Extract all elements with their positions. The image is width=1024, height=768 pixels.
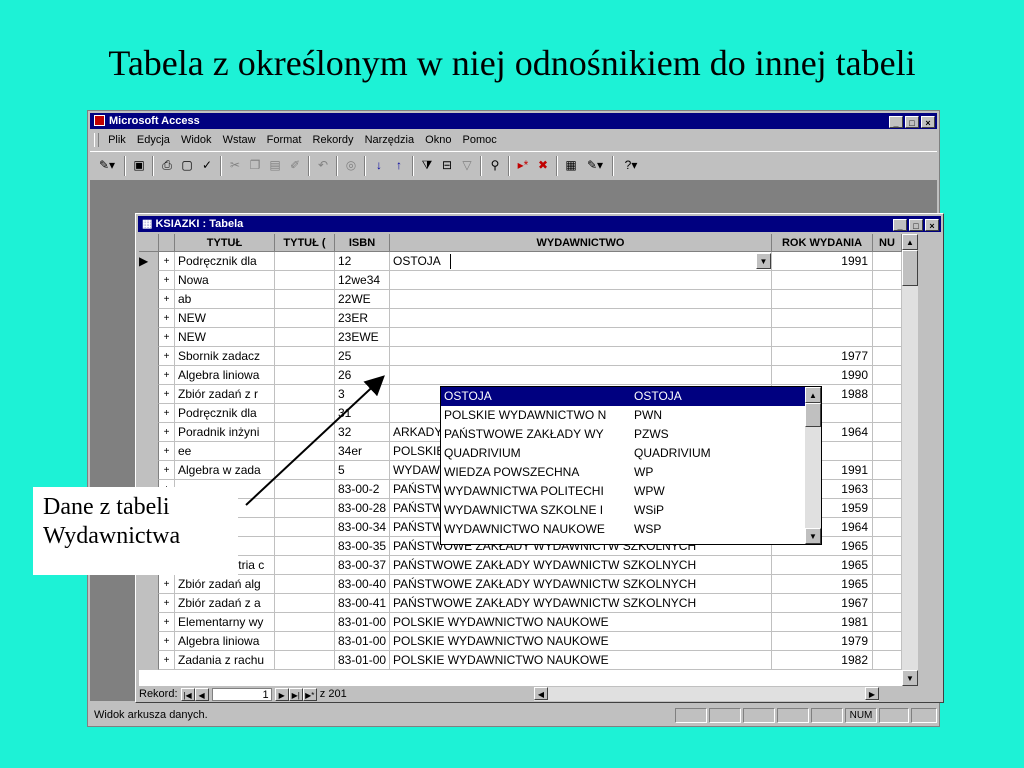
- callout-arrow: [245, 375, 385, 506]
